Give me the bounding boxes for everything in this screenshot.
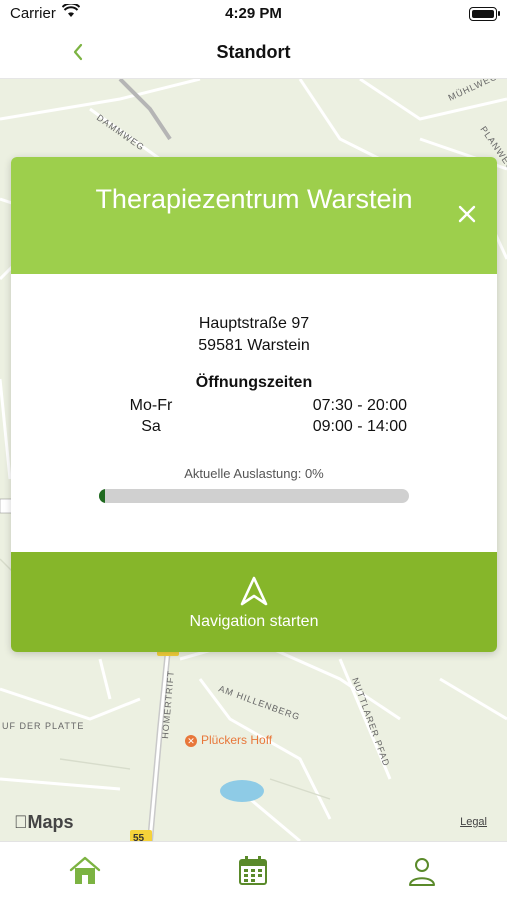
load-progress-fill (99, 489, 106, 503)
hours-day: Mo-Fr (129, 397, 173, 414)
svg-text:55: 55 (133, 833, 145, 841)
card-body: Hauptstraße 97 59581 Warstein Öffnungsze… (11, 274, 497, 552)
calendar-icon[interactable] (236, 854, 270, 888)
maps-logo: Maps (14, 812, 74, 832)
address-city: 59581 Warstein (198, 337, 310, 354)
location-card: Therapiezentrum Warstein Hauptstraße 97 … (11, 157, 497, 652)
home-icon[interactable] (68, 854, 102, 888)
svg-text:UF DER PLATTE: UF DER PLATTE (2, 721, 84, 731)
start-navigation-label: Navigation starten (189, 613, 319, 630)
opening-hours-title: Öffnungszeiten (195, 374, 313, 391)
close-icon[interactable] (457, 204, 477, 224)
clock: 4:29 PM (225, 5, 282, 22)
svg-text:DAMMWEG: DAMMWEG (95, 112, 147, 152)
restaurant-icon: ✕ (185, 734, 197, 747)
location-title: Therapiezentrum Warstein (95, 184, 413, 214)
hours-row: Mo-Fr 07:30 - 20:00 (111, 397, 407, 417)
poi-label: Plückers Hoff (201, 733, 273, 747)
card-header: Therapiezentrum Warstein (11, 157, 497, 274)
load-label: Aktuelle Auslastung: 0% (184, 466, 324, 481)
hours-row: Sa 09:00 - 14:00 (111, 418, 407, 438)
address-street: Hauptstraße 97 (198, 315, 310, 332)
legal-link[interactable]: Legal (460, 816, 487, 828)
poi-marker[interactable]: ✕ Plückers Hoff (185, 733, 272, 747)
svg-text:MÜHLWEG: MÜHLWEG (447, 79, 500, 103)
navigation-bar: Standort (0, 28, 507, 79)
hours-day: Sa (141, 418, 161, 435)
hours-time: 07:30 - 20:00 (312, 397, 407, 414)
status-bar: Carrier 4:29 PM (0, 0, 507, 28)
tab-bar (0, 841, 507, 901)
navigation-arrow-icon (240, 576, 268, 606)
profile-icon[interactable] (405, 854, 439, 888)
hours-time: 09:00 - 14:00 (312, 418, 407, 435)
svg-text:NUTTLARER PFAD: NUTTLARER PFAD (350, 676, 392, 768)
start-navigation-button[interactable]: Navigation starten (11, 552, 497, 652)
battery-icon (469, 7, 500, 21)
load-progress-bar (99, 489, 409, 503)
page-title: Standort (216, 42, 291, 62)
